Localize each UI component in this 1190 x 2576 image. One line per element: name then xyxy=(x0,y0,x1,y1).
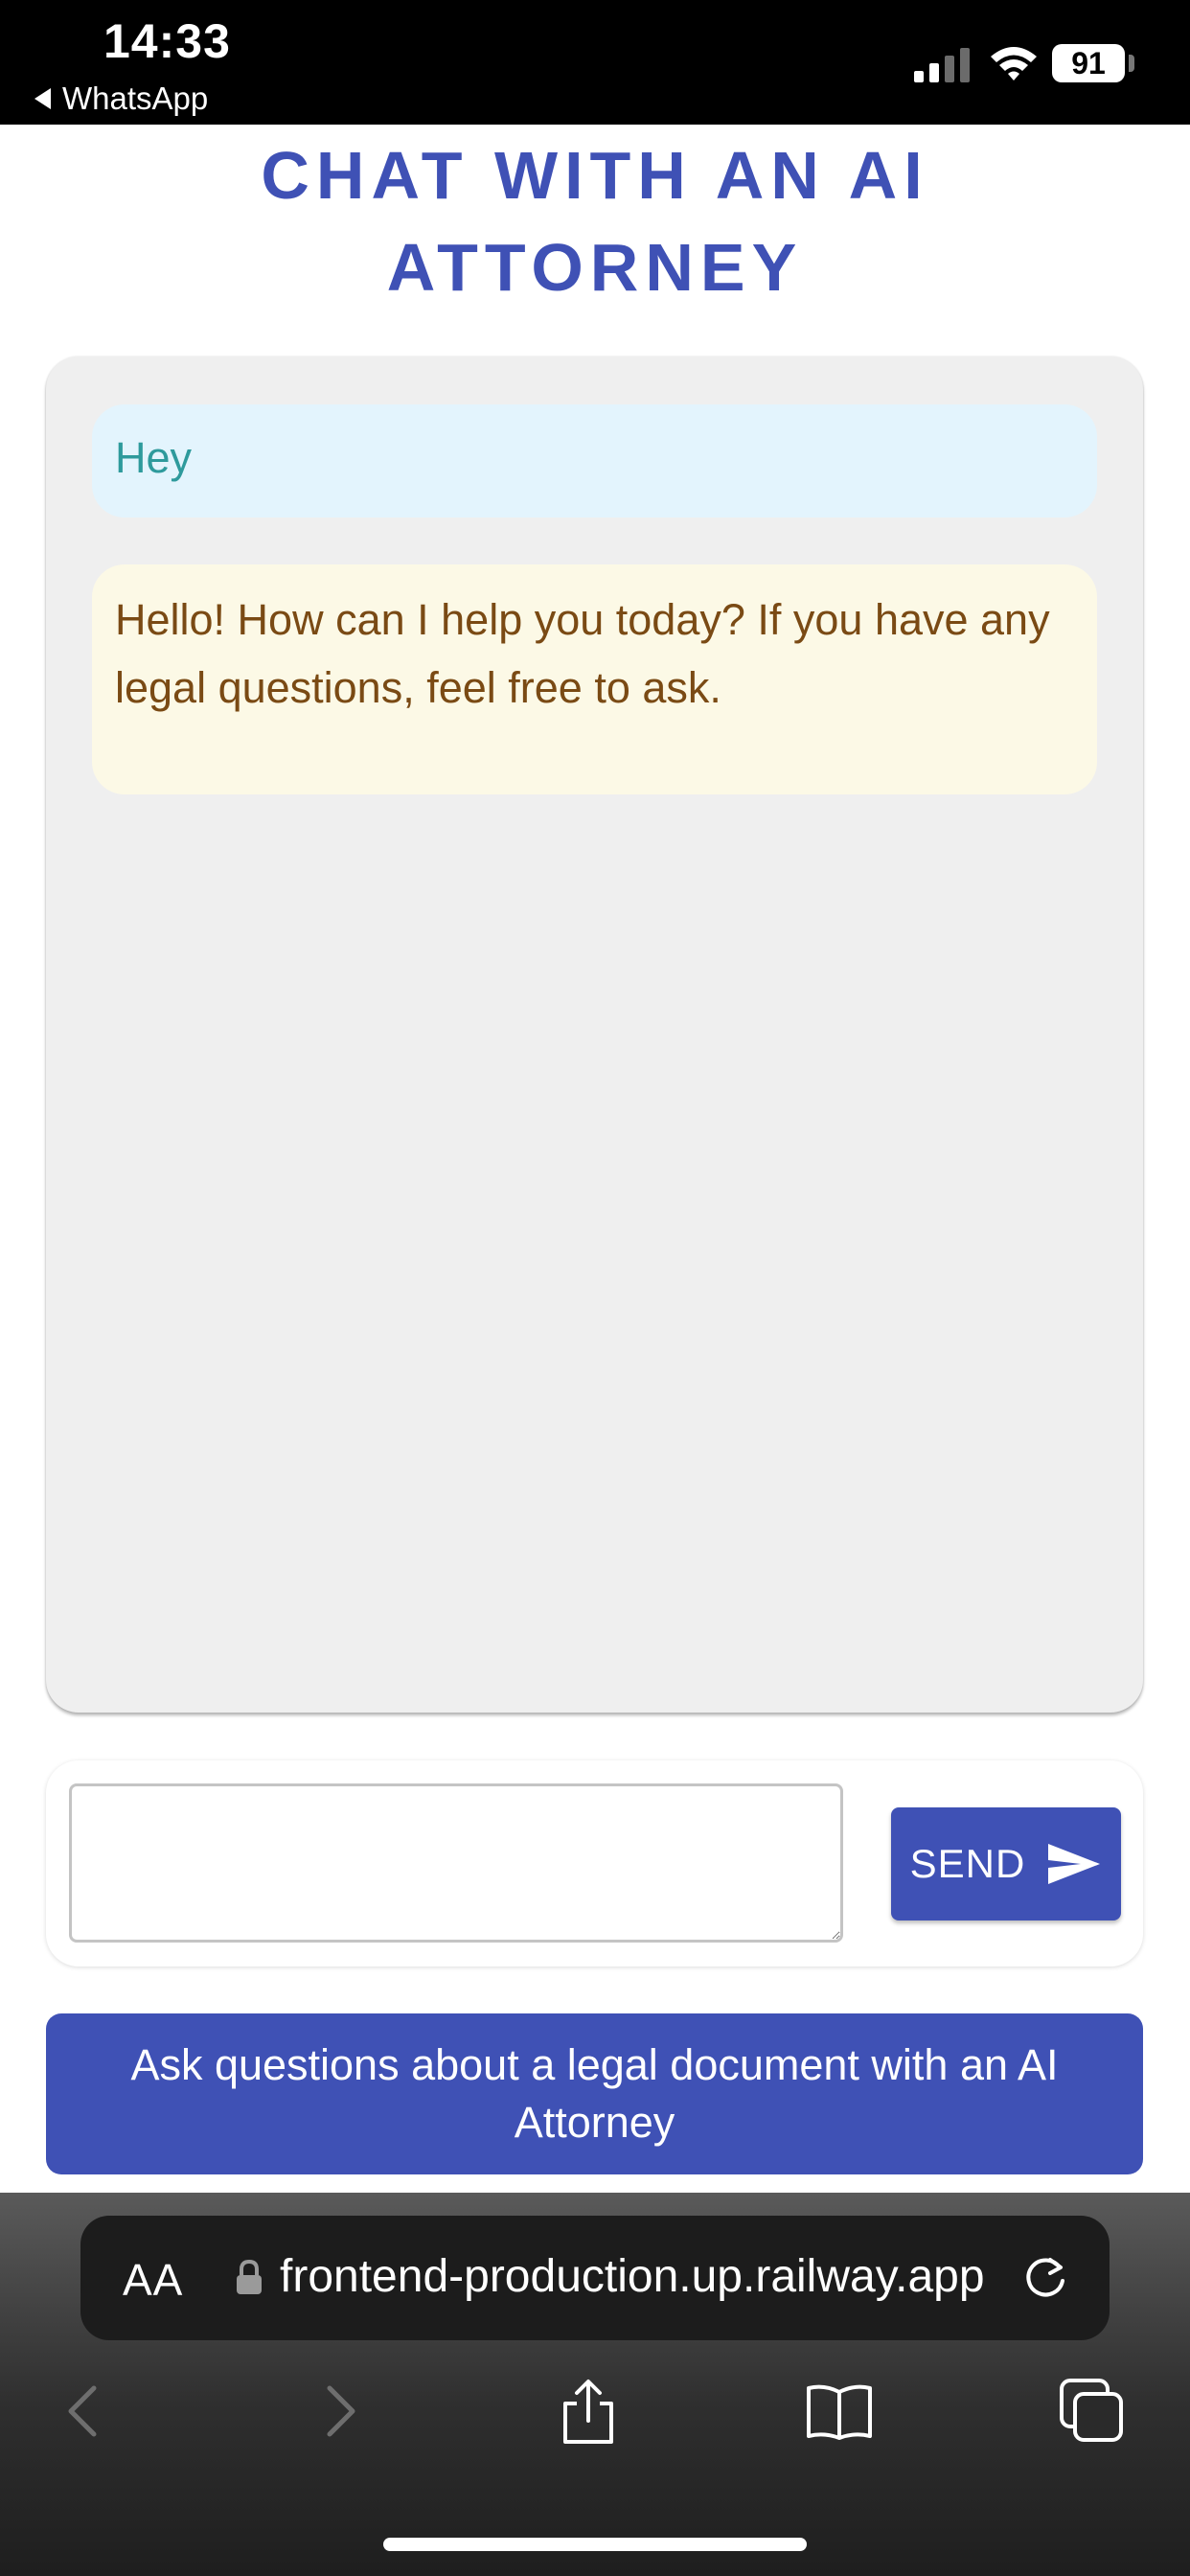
page-title: CHAT WITH AN AI ATTORNEY xyxy=(261,138,929,305)
browser-toolbar: AA frontend-production.up.railway.app xyxy=(0,2193,1190,2576)
wifi-icon xyxy=(991,47,1037,80)
bookmarks-icon[interactable] xyxy=(805,2377,874,2446)
page-settings-button[interactable]: AA xyxy=(123,2254,183,2306)
assistant-message-bubble: Hello! How can I help you today? If you … xyxy=(92,564,1097,794)
tabs-icon[interactable] xyxy=(1058,2377,1127,2446)
back-app-label: WhatsApp xyxy=(62,80,209,116)
battery-tip xyxy=(1129,55,1134,72)
home-indicator xyxy=(383,2538,807,2551)
legal-document-chat-button[interactable]: Ask questions about a legal document wit… xyxy=(46,2013,1143,2174)
message-input[interactable] xyxy=(69,1783,843,1943)
battery-icon: 91 xyxy=(1052,44,1125,82)
chat-history-panel[interactable]: Hey Hello! How can I help you today? If … xyxy=(46,356,1143,1713)
back-icon[interactable] xyxy=(50,2377,119,2446)
status-bar: 14:33 WhatsApp 91 xyxy=(0,0,1190,125)
status-time: 14:33 xyxy=(103,14,231,68)
url-text[interactable]: frontend-production.up.railway.app xyxy=(280,2250,1065,2308)
back-to-app-link[interactable]: WhatsApp xyxy=(34,80,208,117)
reload-icon[interactable] xyxy=(1021,2254,1069,2302)
address-bar[interactable]: AA frontend-production.up.railway.app xyxy=(80,2216,1110,2340)
signal-icon xyxy=(914,48,970,82)
share-icon[interactable] xyxy=(554,2377,623,2446)
send-button[interactable]: SEND xyxy=(891,1807,1121,1920)
send-icon xyxy=(1048,1844,1101,1884)
back-triangle-icon xyxy=(34,88,51,109)
forward-icon[interactable] xyxy=(305,2377,374,2446)
send-button-label: SEND xyxy=(909,1841,1026,1886)
user-message-bubble: Hey xyxy=(92,404,1097,518)
message-composer: SEND xyxy=(46,1760,1143,1966)
lock-icon xyxy=(237,2260,262,2294)
